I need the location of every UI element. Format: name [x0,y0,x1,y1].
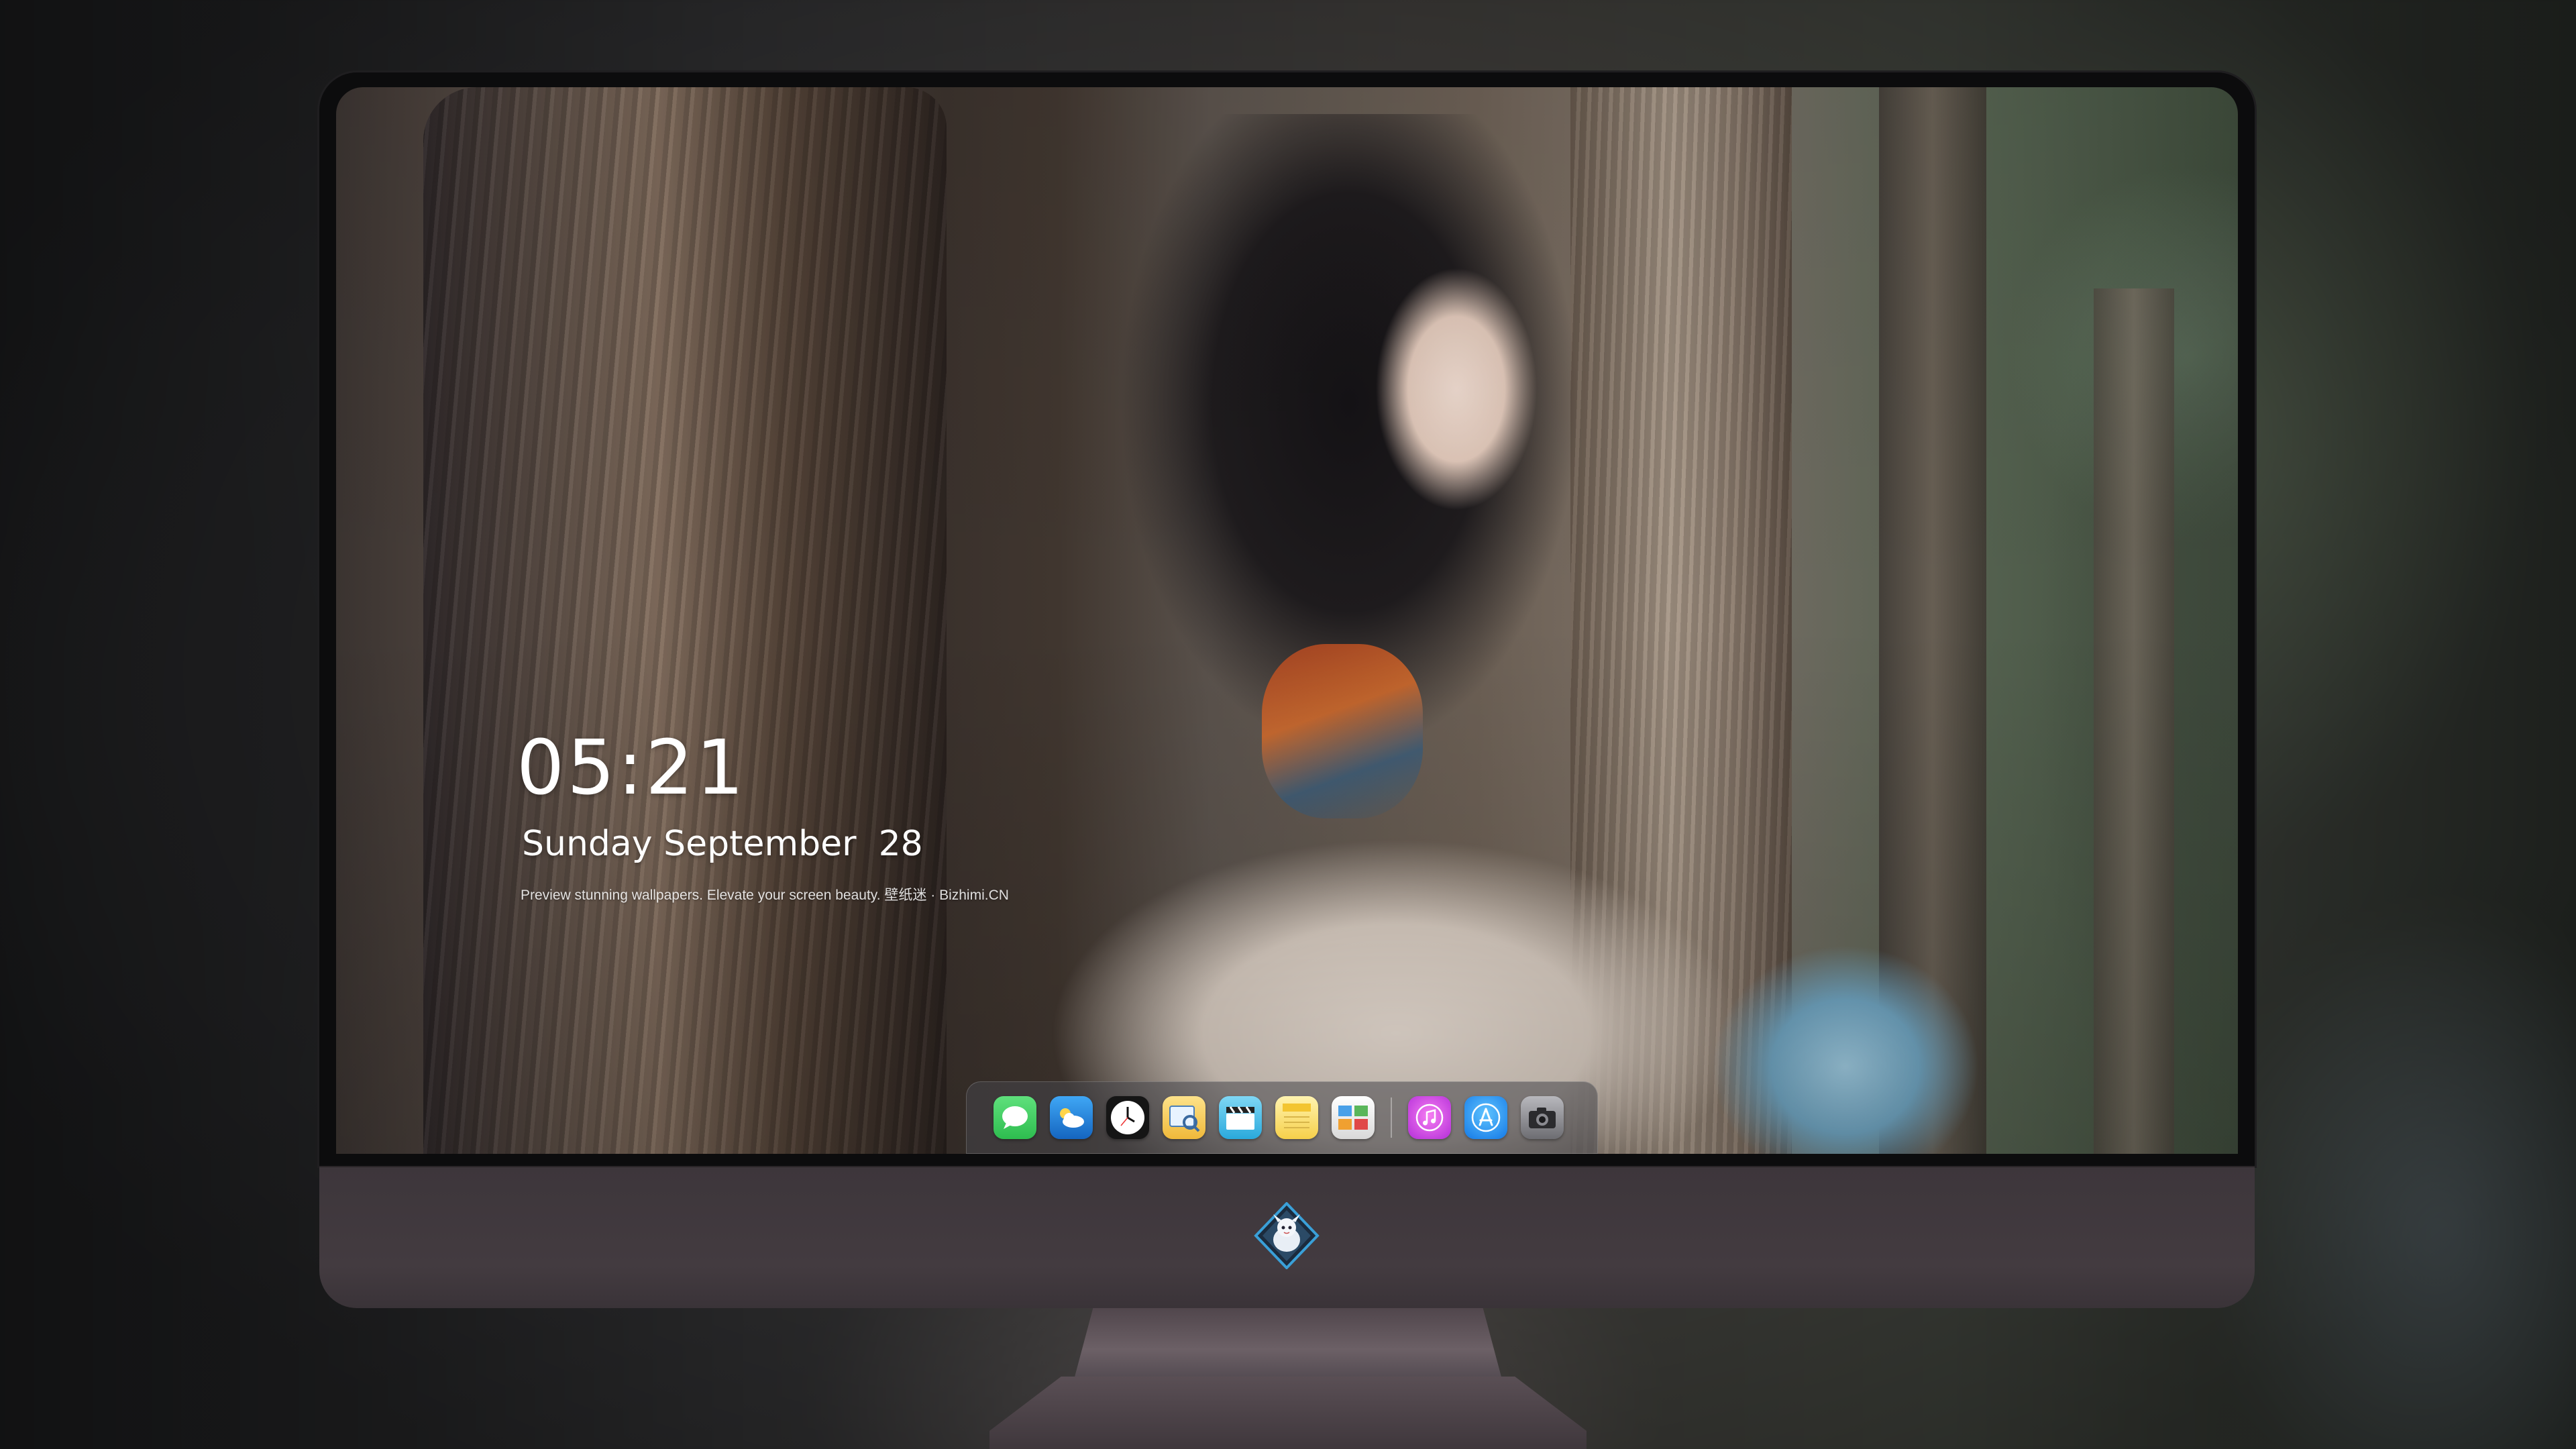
preview-icon[interactable] [1163,1096,1205,1139]
notes-icon[interactable] [1275,1096,1318,1139]
lockscreen-tagline: Preview stunning wallpapers. Elevate you… [521,888,1009,903]
dock [966,1081,1598,1154]
desktop-stage: 05:21 Sunday September 28 Preview stunni… [0,0,2576,1449]
camera-icon[interactable] [1521,1096,1564,1139]
itunes-icon[interactable] [1408,1096,1451,1139]
app-store-icon[interactable] [1464,1096,1507,1139]
date-month: September [663,824,857,864]
weather-icon[interactable] [1050,1096,1093,1139]
dock-separator [1391,1097,1392,1138]
dragon-mascot-logo [1253,1201,1320,1270]
clips-icon[interactable] [1219,1096,1262,1139]
photo-booth-icon[interactable] [1332,1096,1375,1139]
monitor-screen [336,87,2238,1154]
screen-vignette [336,87,2238,1154]
date-weekday: Sunday [522,824,653,864]
lockscreen-clock: 05:21 [517,724,747,812]
monitor-stand-base [989,1377,1587,1449]
messages-icon[interactable] [994,1096,1036,1139]
lockscreen-date: Sunday September 28 [522,824,923,864]
clock-icon[interactable] [1106,1096,1149,1139]
monitor-stand-neck [1073,1301,1503,1382]
date-day: 28 [878,824,923,864]
